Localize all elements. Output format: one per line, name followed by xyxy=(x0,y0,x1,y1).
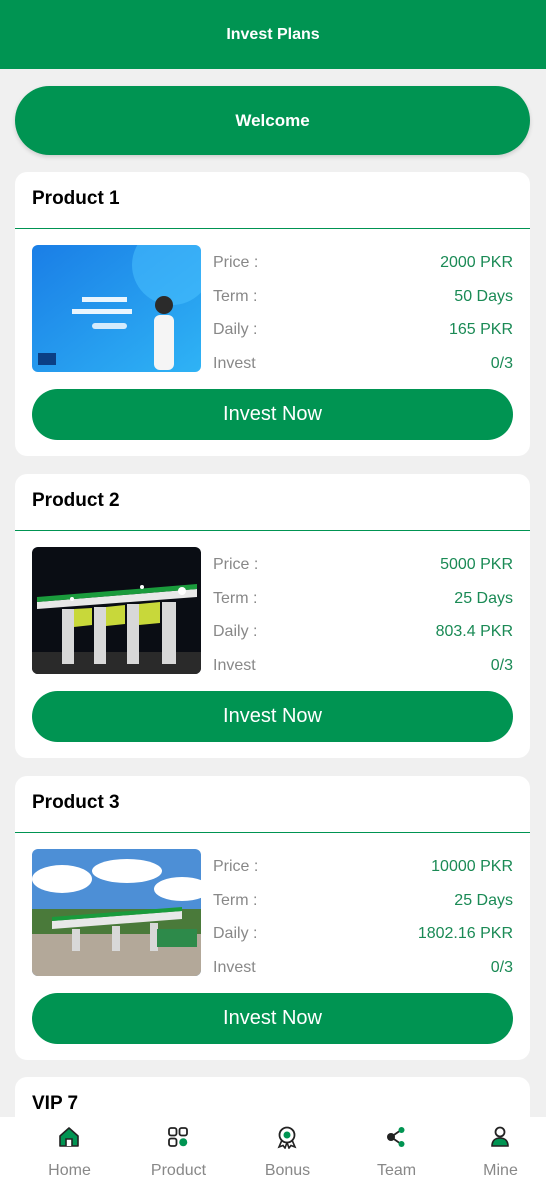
price-value: 2000 PKR xyxy=(440,254,513,271)
invest-label: Invest xyxy=(213,657,256,674)
award-icon xyxy=(277,1126,297,1149)
price-value: 5000 PKR xyxy=(440,556,513,573)
term-label: Term : xyxy=(213,590,258,607)
invest-row: Invest 0/3 xyxy=(213,959,513,983)
daily-label: Daily : xyxy=(213,321,258,338)
price-label: Price : xyxy=(213,556,259,573)
divider xyxy=(15,228,530,229)
daily-value: 165 PKR xyxy=(448,321,513,338)
term-row: Term : 50 Days xyxy=(213,288,513,312)
price-row: Price : 5000 PKR xyxy=(213,556,513,580)
invest-now-button[interactable]: Invest Now xyxy=(32,993,513,1044)
product-title: Product 1 xyxy=(32,188,120,209)
invest-value: 0/3 xyxy=(490,959,513,976)
price-label: Price : xyxy=(213,858,259,875)
product-title: Product 2 xyxy=(32,490,120,511)
divider xyxy=(15,530,530,531)
price-row: Price : 2000 PKR xyxy=(213,254,513,278)
invest-value: 0/3 xyxy=(490,355,513,372)
tab-home-label: Home xyxy=(48,1162,91,1179)
tab-mine[interactable]: Mine xyxy=(446,1117,546,1185)
tab-team[interactable]: Team xyxy=(342,1117,451,1185)
product-card: Product 3 Price : 10000 PKR Term : 25 Da… xyxy=(15,776,530,1060)
app-header: Invest Plans xyxy=(0,0,546,69)
invest-label: Invest xyxy=(213,355,256,372)
invest-now-button[interactable]: Invest Now xyxy=(32,691,513,742)
user-icon xyxy=(491,1126,509,1147)
product-card: Product 2 Price : 5000 PKR Term : 25 Day… xyxy=(15,474,530,758)
daily-label: Daily : xyxy=(213,623,258,640)
tab-bonus-label: Bonus xyxy=(264,1162,311,1179)
invest-row: Invest 0/3 xyxy=(213,657,513,681)
term-row: Term : 25 Days xyxy=(213,590,513,614)
tab-product-label: Product xyxy=(150,1162,207,1179)
price-row: Price : 10000 PKR xyxy=(213,858,513,882)
tab-home[interactable]: Home xyxy=(15,1117,124,1185)
invest-value: 0/3 xyxy=(490,657,513,674)
price-label: Price : xyxy=(213,254,259,271)
product-title: VIP 7 xyxy=(32,1093,79,1114)
daily-row: Daily : 1802.16 PKR xyxy=(213,925,513,949)
home-icon xyxy=(59,1127,79,1147)
daily-value: 1802.16 PKR xyxy=(417,925,513,942)
grid-icon xyxy=(168,1127,188,1147)
term-value: 50 Days xyxy=(454,288,513,305)
share-icon xyxy=(387,1127,405,1147)
daily-value: 803.4 PKR xyxy=(435,623,513,640)
divider xyxy=(15,832,530,833)
daily-row: Daily : 165 PKR xyxy=(213,321,513,345)
tab-bonus[interactable]: Bonus xyxy=(233,1117,342,1185)
daily-row: Daily : 803.4 PKR xyxy=(213,623,513,647)
welcome-banner[interactable]: Welcome xyxy=(15,86,530,155)
price-value: 10000 PKR xyxy=(431,858,513,875)
term-label: Term : xyxy=(213,892,258,909)
product-image xyxy=(32,547,201,674)
term-row: Term : 25 Days xyxy=(213,892,513,916)
invest-now-button[interactable]: Invest Now xyxy=(32,389,513,440)
tab-team-label: Team xyxy=(376,1162,417,1179)
term-value: 25 Days xyxy=(454,590,513,607)
page-title: Invest Plans xyxy=(226,25,320,43)
invest-row: Invest 0/3 xyxy=(213,355,513,379)
welcome-label: Welcome xyxy=(235,110,310,130)
daily-label: Daily : xyxy=(213,925,258,942)
product-title: Product 3 xyxy=(32,792,120,813)
product-card: Product 1 Price : 2000 PKR Term : 50 Day… xyxy=(15,172,530,456)
term-label: Term : xyxy=(213,288,258,305)
tab-mine-label: Mine xyxy=(483,1162,518,1179)
bottom-tab-bar: Home Product Bonus Team Mine xyxy=(0,1117,546,1185)
product-image xyxy=(32,849,201,976)
invest-label: Invest xyxy=(213,959,256,976)
product-image xyxy=(32,245,201,372)
term-value: 25 Days xyxy=(454,892,513,909)
tab-product[interactable]: Product xyxy=(124,1117,233,1185)
